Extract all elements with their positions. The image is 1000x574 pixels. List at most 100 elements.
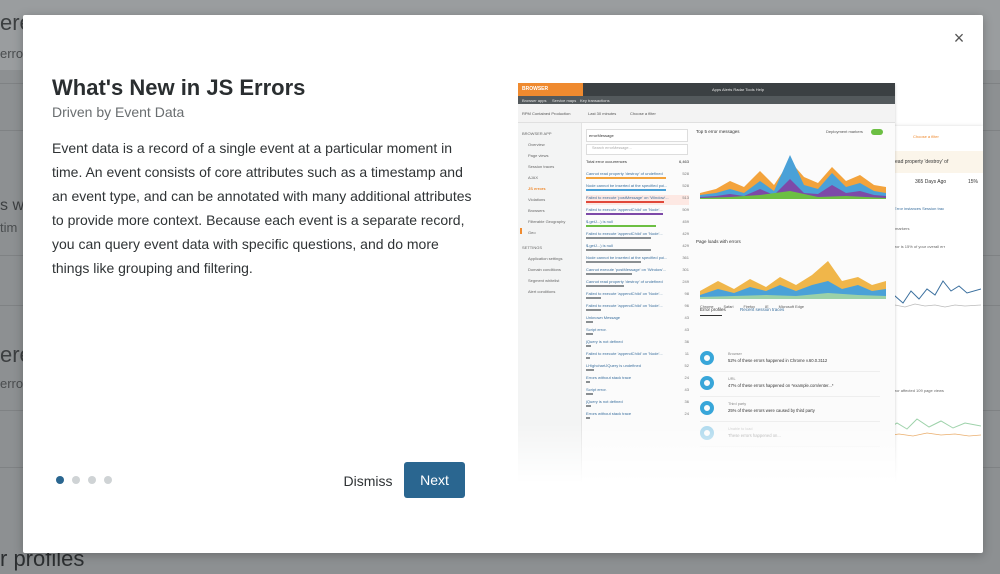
error-row: Node cannot be inserted at the specified… <box>586 183 689 193</box>
error-count: 528 <box>682 171 689 176</box>
error-count: 513 <box>682 195 689 200</box>
error-message: Unknown Message <box>586 315 621 320</box>
error-row: $.getJ...) is null 429 <box>586 243 689 253</box>
error-message: Errors without stack trace <box>586 375 632 380</box>
error-row: Failed to execute 'appendChild' on 'Node… <box>586 291 689 301</box>
sidebar-item: Page views <box>528 153 549 158</box>
profile-desc: 47% of these errors happened on *example… <box>728 383 834 388</box>
back-days: 365 Days Ago <box>915 179 947 185</box>
error-message: $.getJ...) is null <box>586 219 613 224</box>
page-dot-2[interactable] <box>72 476 80 484</box>
error-bar <box>586 333 593 335</box>
error-bar <box>586 345 591 347</box>
chart1-title: Top 5 error messages <box>696 129 740 134</box>
time-picker: Last 30 minutes <box>588 111 617 116</box>
error-message: Errors without stack trace <box>586 411 632 416</box>
modal-body: Event data is a record of a single event… <box>52 140 472 276</box>
background-fragment: s w <box>0 197 24 214</box>
error-row: Cannot read property 'destroy' of undefi… <box>586 171 689 181</box>
dismiss-button[interactable]: Dismiss <box>331 463 405 499</box>
error-count: 43 <box>684 387 689 392</box>
error-message: Failed to execute 'postMessage' on 'Wind… <box>586 195 669 200</box>
error-count: 429 <box>682 243 689 248</box>
chart2-title: Page loads with errors <box>696 239 741 244</box>
sidebar-item: Session traces <box>528 164 555 169</box>
error-message: Failed to execute 'appendChild' on 'Node… <box>586 291 663 296</box>
error-count: 52 <box>684 363 689 368</box>
error-bar <box>586 285 624 287</box>
total-label: Total error occurrences <box>586 159 627 164</box>
profile-row: Third party 25% of these errors were cau… <box>700 399 880 422</box>
deployment-markers: Deployment markers <box>826 129 863 134</box>
search-input: Search errorMessage... <box>592 146 632 150</box>
error-row: Failed to execute 'appendChild' on 'Node… <box>586 207 689 217</box>
page-dot-3[interactable] <box>88 476 96 484</box>
page-dot-4[interactable] <box>104 476 112 484</box>
error-row: Script error. 43 <box>586 327 689 337</box>
error-bar <box>586 201 664 203</box>
modal-subtitle: Driven by Event Data <box>52 104 185 120</box>
error-message: LHighchartJQuery is undefined <box>586 363 641 368</box>
background-fragment: tim <box>0 220 18 235</box>
error-count: 43 <box>684 315 689 320</box>
error-count: 43 <box>684 327 689 332</box>
pagination-dots <box>56 476 112 484</box>
sidebar-item: Violations <box>528 197 546 202</box>
error-bar <box>586 393 593 395</box>
error-message: Script error. <box>586 387 607 392</box>
profiles-tab: Error profiles <box>700 307 726 312</box>
error-row: LHighchartJQuery is undefined 52 <box>586 363 689 373</box>
profile-row: URL 47% of these errors happened on *exa… <box>700 374 880 397</box>
error-count: 429 <box>682 231 689 236</box>
next-button[interactable]: Next <box>404 462 465 498</box>
app-name: RPM Contained Production <box>522 111 571 116</box>
error-count: 361 <box>682 255 689 260</box>
error-message: jQuery is not defined <box>586 339 623 344</box>
error-count: 24 <box>684 375 689 380</box>
screenshot-brand: BROWSER <box>518 83 583 96</box>
subnav-item: Service maps <box>552 98 577 103</box>
error-message: Failed to execute 'appendChild' on 'Node… <box>586 207 663 212</box>
page-dot-1[interactable] <box>56 476 64 484</box>
error-bar <box>586 273 632 275</box>
feature-screenshot: Choose a filter not read property 'destr… <box>518 83 983 483</box>
error-row: Errors without stack trace 24 <box>586 411 689 421</box>
error-row: Failed to execute 'appendChild' on 'Node… <box>586 303 689 313</box>
screenshot-topbar: BROWSER Apps Alerts Radar Tools Help <box>518 83 895 96</box>
page-loads-chart <box>700 261 886 299</box>
error-bar <box>586 249 651 251</box>
error-message: Node cannot be inserted at the specified… <box>586 255 668 260</box>
background-fragment: erro <box>0 376 24 391</box>
error-bar <box>586 321 593 323</box>
error-bar <box>586 177 666 179</box>
error-bar <box>586 405 591 407</box>
error-count: 509 <box>682 207 689 212</box>
error-bar <box>586 381 590 383</box>
back-pct: 15% <box>968 179 979 185</box>
subnav-item: Browser apps <box>522 98 547 103</box>
error-count: 249 <box>682 279 689 284</box>
screenshot-menu: Apps Alerts Radar Tools Help <box>712 87 764 92</box>
error-row: Failed to execute 'postMessage' on 'Wind… <box>586 195 689 205</box>
close-icon[interactable]: × <box>951 29 967 47</box>
error-count: 24 <box>684 411 689 416</box>
error-bar <box>586 189 666 191</box>
sidebar-item: Overview <box>528 142 545 147</box>
total-value: 6,463 <box>678 159 689 164</box>
facet-select: errorMessage <box>589 133 614 138</box>
error-bar <box>586 309 601 311</box>
screenshot-fade <box>518 423 983 483</box>
error-row: Failed to execute 'appendChild' on 'Node… <box>586 351 689 361</box>
errors-area-chart <box>700 155 886 199</box>
sidebar-item: Geo <box>528 230 536 235</box>
error-row: Node cannot be inserted at the specified… <box>586 255 689 265</box>
back-line-chart <box>885 280 981 308</box>
error-bar <box>586 237 651 239</box>
error-message: Node cannot be inserted at the specified… <box>586 183 668 188</box>
sidebar-item: AJAX <box>528 175 539 180</box>
error-count: 11 <box>684 351 689 356</box>
error-row: Script error. 43 <box>586 387 689 397</box>
profile-desc: 25% of these errors were caused by third… <box>728 408 815 413</box>
profile-desc: 52% of these errors happened in Chrome v… <box>728 358 828 363</box>
error-bar <box>586 225 656 227</box>
